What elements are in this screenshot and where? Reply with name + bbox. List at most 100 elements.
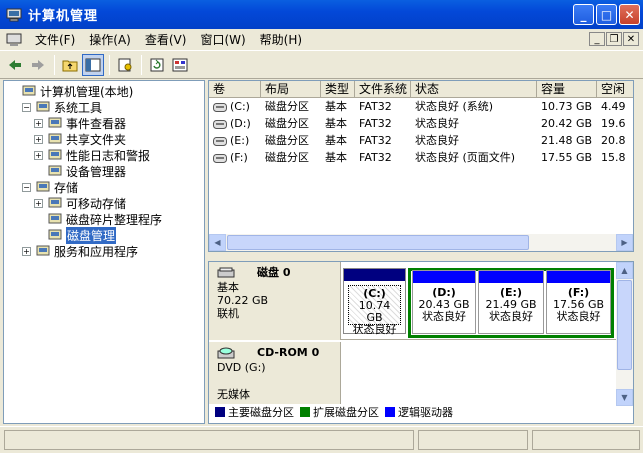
scroll-left-button[interactable]: ◀ xyxy=(209,234,226,251)
cdrom-0-type: DVD (G:) xyxy=(217,361,266,374)
legend-primary-label: 主要磁盘分区 xyxy=(228,406,294,419)
volume-cell: 20.8 xyxy=(601,134,626,147)
menu-window[interactable]: 窗口(W) xyxy=(193,31,252,48)
column-header[interactable]: 状态 xyxy=(411,81,537,98)
menu-file[interactable]: 文件(F) xyxy=(28,31,82,48)
legend-logical-label: 逻辑驱动器 xyxy=(398,406,453,419)
tree-item[interactable]: +磁盘管理 xyxy=(34,226,117,244)
column-header[interactable]: 空闲 xyxy=(597,81,633,98)
partition-f[interactable]: (F:) 17.56 GB 状态良好 xyxy=(546,270,611,334)
forward-button[interactable] xyxy=(27,54,49,76)
properties-icon xyxy=(118,58,132,71)
volume-list-header: 卷布局 类型 文件系统 状态 容量 空闲 xyxy=(209,81,633,98)
maximize-button[interactable]: □ xyxy=(596,4,617,25)
defrag-icon xyxy=(48,213,62,224)
menu-bar: 文件(F) 操作(A) 查看(V) 窗口(W) 帮助(H) _ ❐ ✕ xyxy=(0,29,643,51)
column-header[interactable]: 文件系统 xyxy=(355,81,411,98)
volume-cell: 状态良好 (系统) xyxy=(415,100,494,113)
legend-extended-label: 扩展磁盘分区 xyxy=(313,406,379,419)
partition-c[interactable]: (C:) 10.74 GB 状态良好 xyxy=(343,268,406,336)
expand-icon[interactable]: + xyxy=(34,118,43,128)
window-menu-icon[interactable] xyxy=(6,33,22,47)
volume-list[interactable]: 卷布局 类型 文件系统 状态 容量 空闲 (C:) 磁盘分区 基本 FAT32 状态良好 (系统)… xyxy=(208,80,634,252)
volume-cell: 磁盘分区 xyxy=(265,117,309,130)
back-button[interactable] xyxy=(4,54,26,76)
column-header[interactable]: 类型 xyxy=(321,81,355,98)
console-tree[interactable]: +计算机管理(本地)−系统工具+事件查看器+共享文件夹+性能日志和警报+设备管理… xyxy=(3,80,205,424)
tree-item-label: 事件查看器 xyxy=(66,116,127,131)
horizontal-scrollbar[interactable]: ◀ ▶ xyxy=(209,234,633,251)
disk-0-size: 70.22 GB xyxy=(217,294,269,307)
window-title: 计算机管理 xyxy=(28,9,99,24)
volume-cell: 基本 xyxy=(325,134,347,147)
tree-item-label: 服务和应用程序 xyxy=(54,244,139,259)
tree-item[interactable]: +计算机管理(本地) xyxy=(8,83,133,99)
partition-d[interactable]: (D:) 20.43 GB 状态良好 xyxy=(412,270,476,334)
volume-cell: 磁盘分区 xyxy=(265,100,309,113)
collapse-icon[interactable]: − xyxy=(22,182,31,192)
title-bar[interactable]: 计算机管理 _ □ ✕ xyxy=(0,0,643,29)
collapse-icon[interactable]: − xyxy=(22,102,31,112)
disk-management-icon xyxy=(48,229,62,240)
disk-0-info[interactable]: 磁盘 0 基本 70.22 GB 联机 xyxy=(209,262,341,340)
drive-icon xyxy=(213,102,227,112)
legend: 主要磁盘分区 扩展磁盘分区 逻辑驱动器 xyxy=(209,403,619,421)
partition-f-status: 状态良好 xyxy=(556,310,601,323)
up-level-button[interactable] xyxy=(59,54,81,76)
cdrom-0-info[interactable]: CD-ROM 0 DVD (G:) 无媒体 xyxy=(209,342,341,404)
volume-row[interactable]: (C:) 磁盘分区 基本 FAT32 状态良好 (系统) 10.73 GB 4.49 xyxy=(209,98,633,115)
partition-e[interactable]: (E:) 21.49 GB 状态良好 xyxy=(478,270,544,334)
cdrom-0-name: CD-ROM 0 xyxy=(257,346,320,359)
tree-item-label: 磁盘碎片整理程序 xyxy=(66,212,163,227)
scroll-down-button[interactable]: ▼ xyxy=(616,389,633,406)
volume-row[interactable]: (F:) 磁盘分区 基本 FAT32 状态良好 (页面文件) 17.55 GB 15.8 xyxy=(209,149,633,166)
vertical-scroll-thumb[interactable] xyxy=(617,280,632,370)
mdi-minimize-button[interactable]: _ xyxy=(589,32,605,46)
expand-icon[interactable]: + xyxy=(34,134,43,144)
expand-icon[interactable]: + xyxy=(34,150,43,160)
disk-graphical-view[interactable]: 磁盘 0 基本 70.22 GB 联机 (C:) 10.74 GB 状态良好 (… xyxy=(208,261,634,424)
menu-action[interactable]: 操作(A) xyxy=(82,31,138,48)
show-hide-tree-button[interactable] xyxy=(82,53,104,76)
tree-item[interactable]: +磁盘碎片整理程序 xyxy=(34,211,162,227)
scroll-up-button[interactable]: ▲ xyxy=(616,262,633,279)
mdi-restore-button[interactable]: ❐ xyxy=(606,32,622,46)
shared-folder-icon xyxy=(48,133,62,144)
menu-view[interactable]: 查看(V) xyxy=(138,31,194,48)
expand-icon[interactable]: + xyxy=(22,246,31,256)
expand-icon[interactable]: + xyxy=(34,198,43,208)
column-header[interactable]: 卷 xyxy=(209,81,261,98)
removable-storage-icon xyxy=(48,197,62,208)
status-pane-2 xyxy=(418,430,528,450)
tree-item-label: 可移动存储 xyxy=(66,196,127,211)
refresh-button[interactable] xyxy=(146,54,168,76)
close-button[interactable]: ✕ xyxy=(619,4,640,25)
tree-item-label: 性能日志和警报 xyxy=(66,148,151,163)
tree-item[interactable]: + 性能日志和警报 xyxy=(34,147,150,163)
menu-help[interactable]: 帮助(H) xyxy=(253,31,309,48)
volume-cell: 19.6 xyxy=(601,117,626,130)
tree-item[interactable]: +设备管理器 xyxy=(34,163,126,179)
minimize-button[interactable]: _ xyxy=(573,4,594,25)
vertical-scrollbar[interactable]: ▲ ▼ xyxy=(616,262,633,406)
mdi-close-button[interactable]: ✕ xyxy=(623,32,639,46)
toolbar xyxy=(0,51,643,79)
help-button[interactable] xyxy=(169,54,191,76)
column-header[interactable]: 容量 xyxy=(537,81,597,98)
tree-item-label: 设备管理器 xyxy=(66,164,127,179)
scroll-right-button[interactable]: ▶ xyxy=(616,234,633,251)
volume-row[interactable]: (E:) 磁盘分区 基本 FAT32 状态良好 21.48 GB 20.8 xyxy=(209,132,633,149)
cdrom-0-status: 无媒体 xyxy=(217,388,250,401)
storage-icon xyxy=(36,181,50,192)
properties-button[interactable] xyxy=(114,54,136,76)
tree-item[interactable]: − 系统工具 xyxy=(22,99,102,115)
tree-item[interactable]: − 存储 xyxy=(22,179,78,195)
cdrom-icon xyxy=(217,347,235,358)
volume-row[interactable]: (D:) 磁盘分区 基本 FAT32 状态良好 20.42 GB 19.6 xyxy=(209,115,633,132)
tree-item[interactable]: + 可移动存储 xyxy=(34,195,126,211)
column-header[interactable]: 布局 xyxy=(261,81,321,98)
tree-item[interactable]: + 服务和应用程序 xyxy=(22,243,138,259)
scroll-thumb[interactable] xyxy=(227,235,529,250)
tree-item[interactable]: + 共享文件夹 xyxy=(34,131,126,147)
tree-item[interactable]: + 事件查看器 xyxy=(34,115,126,131)
